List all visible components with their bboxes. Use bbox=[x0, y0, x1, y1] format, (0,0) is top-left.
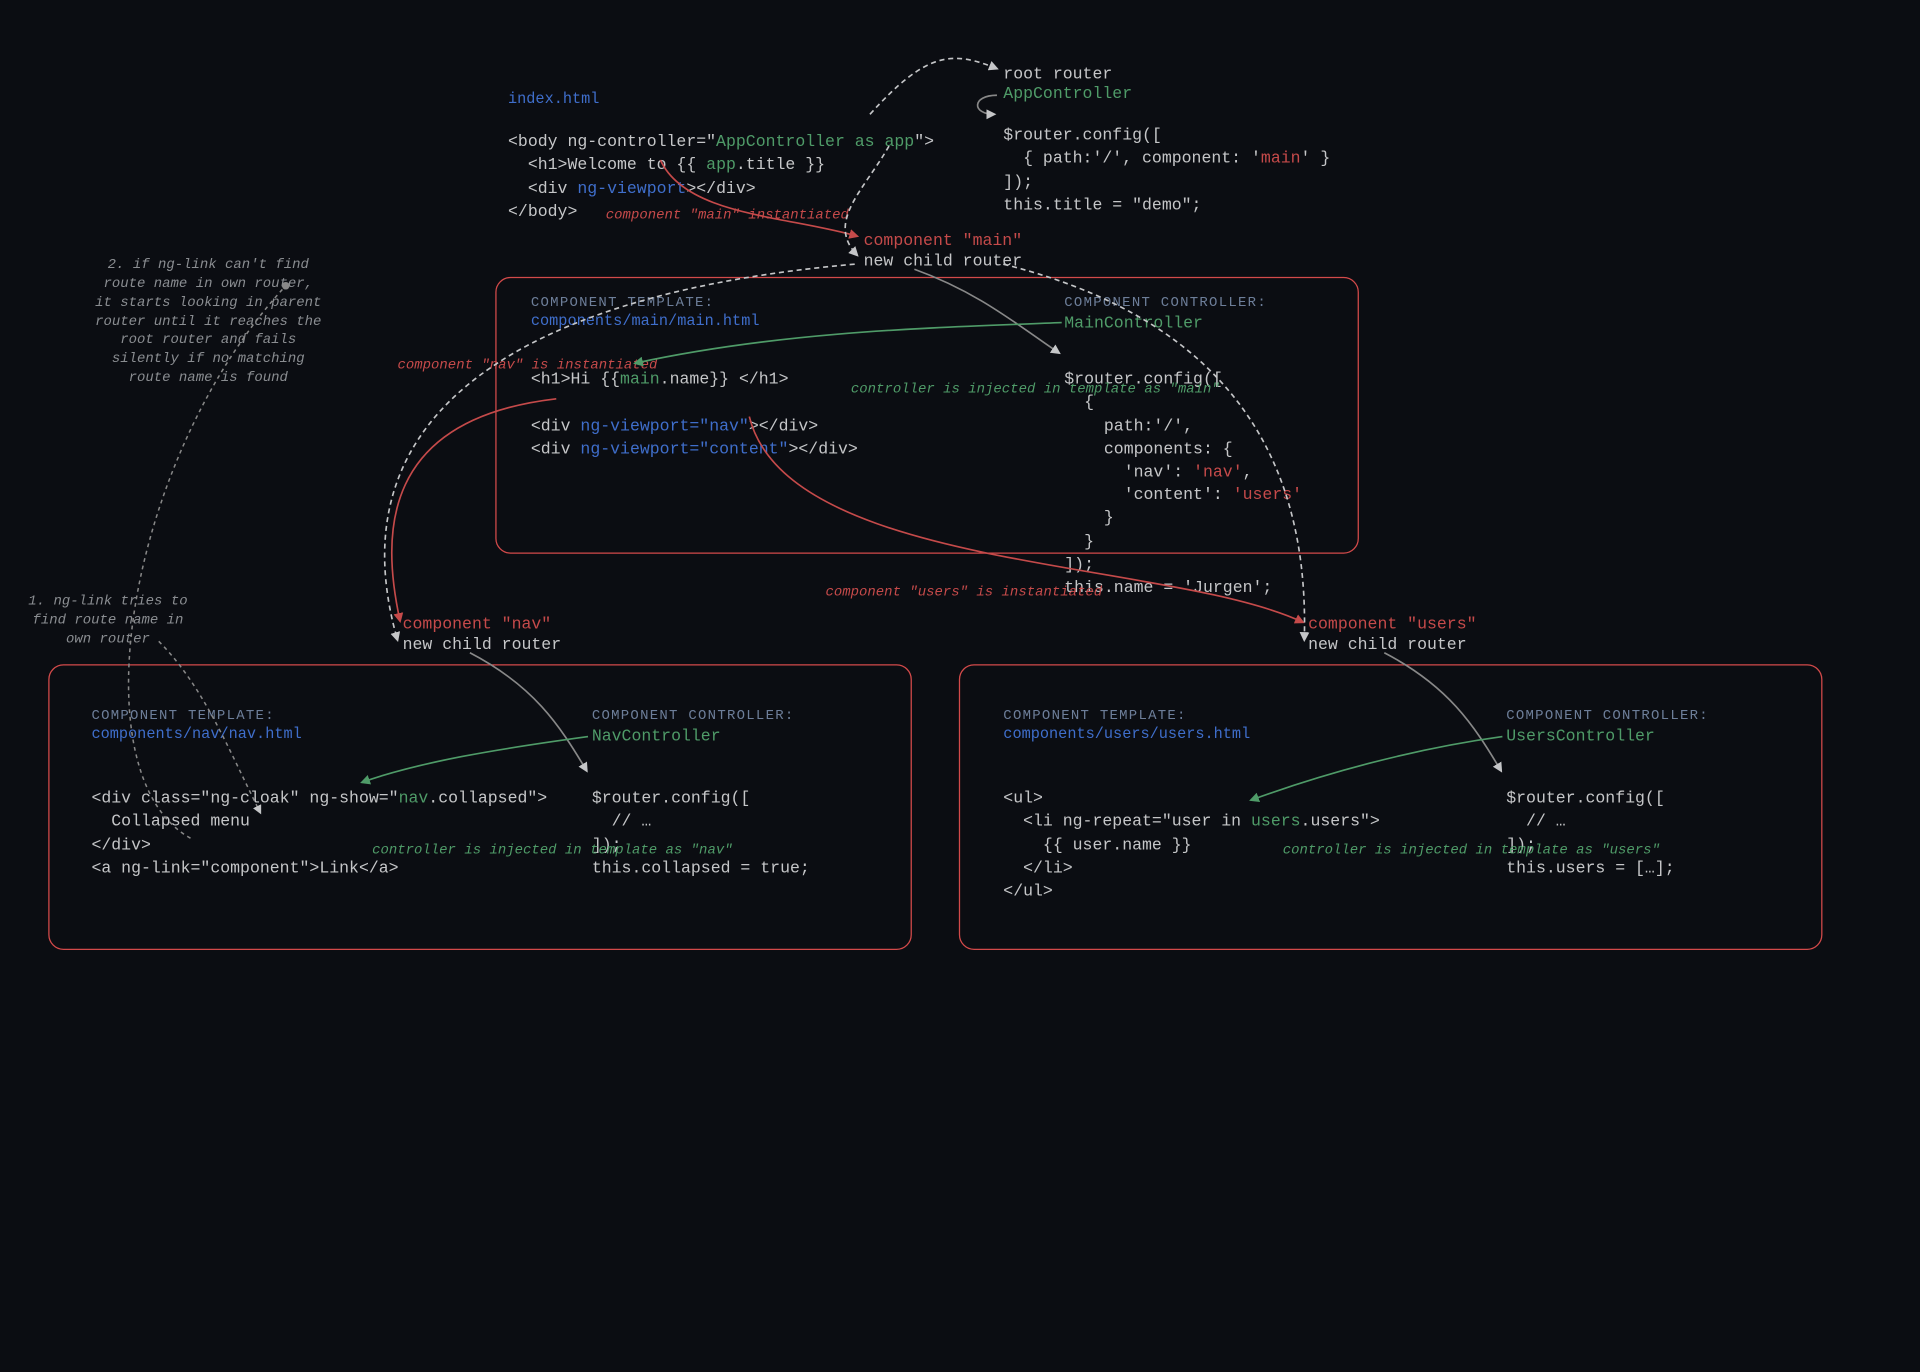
users-template-path: components/users/users.html bbox=[1003, 725, 1250, 743]
annotation-inject-main: controller is injected in template as "m… bbox=[851, 381, 1220, 399]
users-template-code: <ul> <li ng-repeat="user in users.users"… bbox=[1003, 765, 1380, 904]
nav-template-code: <div class="ng-cloak" ng-show="nav.colla… bbox=[91, 765, 547, 880]
nav-controller-heading: COMPONENT CONTROLLER: bbox=[592, 709, 795, 724]
side-note-1: 1. ng-link tries to find route name in o… bbox=[19, 593, 197, 650]
annotation-inject-users: controller is injected in template as "u… bbox=[1283, 842, 1660, 860]
users-template-heading: COMPONENT TEMPLATE: bbox=[1003, 709, 1186, 724]
nav-child-router-label: new child router bbox=[403, 634, 562, 657]
main-controller-name: MainController bbox=[1064, 312, 1203, 335]
root-router-config: $router.config([ { path:'/', component: … bbox=[1003, 102, 1330, 217]
users-controller-config: $router.config([ // … ]); this.users = [… bbox=[1506, 765, 1674, 880]
main-child-router-label: new child router bbox=[864, 250, 1023, 273]
annotation-nav-instantiated: component "nav" is instantiated bbox=[398, 357, 658, 375]
annotation-main-instantiated: component "main" instantiated bbox=[606, 207, 849, 225]
annotation-inject-nav: controller is injected in template as "n… bbox=[372, 842, 733, 860]
nav-controller-name: NavController bbox=[592, 725, 721, 748]
main-controller-heading: COMPONENT CONTROLLER: bbox=[1064, 296, 1267, 311]
nav-template-heading: COMPONENT TEMPLATE: bbox=[91, 709, 274, 724]
main-template-heading: COMPONENT TEMPLATE: bbox=[531, 296, 714, 311]
main-template-path: components/main/main.html bbox=[531, 312, 760, 330]
nav-controller-config: $router.config([ // … ]); this.collapsed… bbox=[592, 765, 810, 880]
users-controller-heading: COMPONENT CONTROLLER: bbox=[1506, 709, 1709, 724]
index-filename: index.html bbox=[508, 90, 599, 108]
annotation-users-instantiated: component "users" is instantiated bbox=[826, 584, 1103, 602]
nav-template-path: components/nav/nav.html bbox=[91, 725, 301, 743]
users-controller-name: UsersController bbox=[1506, 725, 1655, 748]
users-child-router-label: new child router bbox=[1308, 634, 1467, 657]
side-note-2: 2. if ng-link can't find route name in o… bbox=[94, 257, 323, 389]
